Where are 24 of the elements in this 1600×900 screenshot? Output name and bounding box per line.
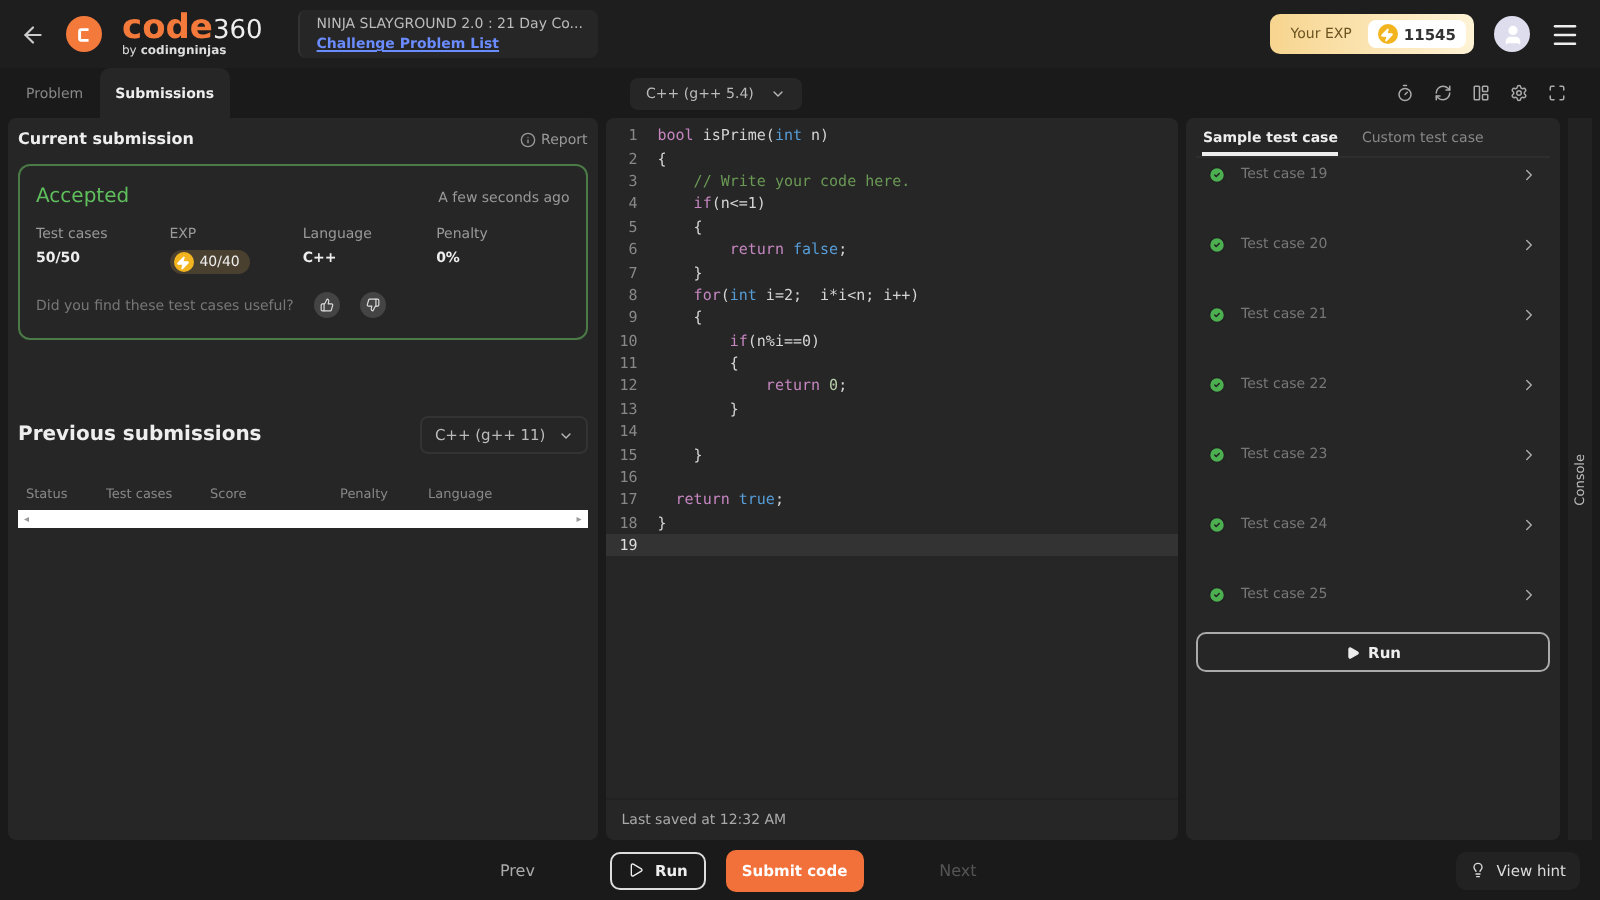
play-icon [628,862,645,878]
logo-text: code [122,11,213,45]
prev-button[interactable]: Prev [483,853,551,887]
user-icon [1501,23,1523,45]
thumbs-down-icon [365,298,380,312]
logo-number: 360 [212,17,263,43]
lightbulb-icon [1470,862,1487,878]
thumbs-up-button[interactable] [313,292,340,318]
section-title: Current submission [18,130,194,148]
status-text: Accepted [36,186,130,208]
info-icon [519,131,536,147]
logo-icon [66,16,102,52]
timer-icon[interactable] [1396,84,1414,102]
fullscreen-icon[interactable] [1548,84,1566,102]
layout-icon[interactable] [1472,84,1490,102]
section-title: Previous submissions [18,424,262,446]
thumbs-up-icon [319,298,334,312]
thumbs-down-button[interactable] [359,292,386,318]
menu-icon[interactable] [1550,19,1580,49]
settings-icon[interactable] [1510,84,1528,102]
play-icon [1346,645,1361,659]
back-arrow-icon[interactable] [20,21,46,47]
avatar[interactable] [1494,16,1530,52]
refresh-icon[interactable] [1434,84,1452,102]
